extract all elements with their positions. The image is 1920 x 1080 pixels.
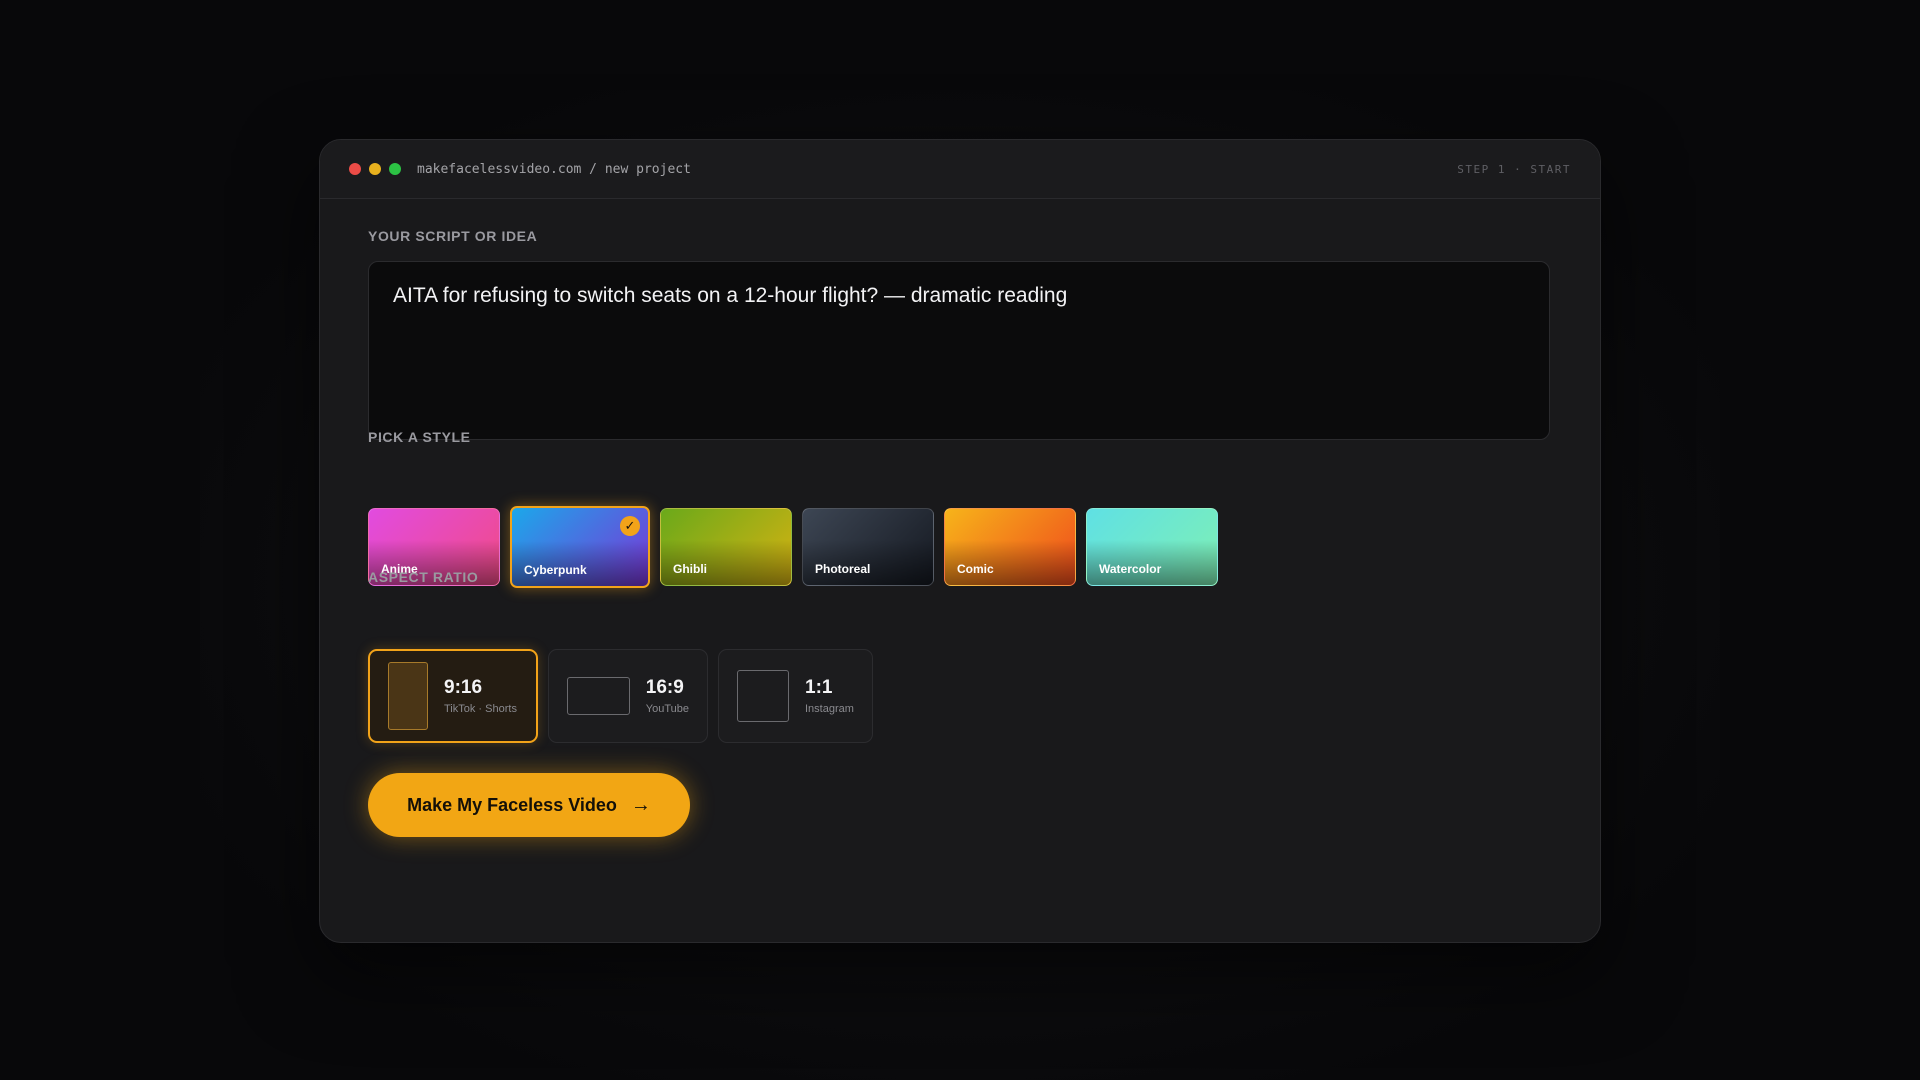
aspect-ratio-name: 9:16 bbox=[444, 677, 483, 698]
aspect-ratio-option-16-9[interactable]: 16:9 YouTube bbox=[548, 649, 708, 743]
aspect-ratio-label: ASPECT RATIO bbox=[368, 569, 479, 585]
landscape-frame-icon bbox=[567, 677, 630, 715]
style-label: PICK A STYLE bbox=[368, 429, 471, 445]
square-frame-icon bbox=[737, 670, 789, 722]
minimize-window-dot[interactable] bbox=[369, 163, 381, 175]
style-picker: Anime Cyberpunk ✓ Ghibli Photoreal Comic Water… bbox=[368, 506, 1218, 588]
style-card-photoreal[interactable]: Photoreal bbox=[802, 508, 934, 586]
aspect-ratio-platform: YouTube bbox=[645, 703, 689, 715]
script-label: YOUR SCRIPT OR IDEA bbox=[368, 228, 538, 244]
aspect-ratio-name: 16:9 bbox=[645, 677, 684, 698]
arrow-right-icon: → bbox=[630, 793, 651, 816]
style-card-label: Comic bbox=[957, 562, 994, 576]
title-bar: makefacelessvideo.com / new project STEP… bbox=[320, 140, 1600, 199]
style-card-ghibli[interactable]: Ghibli bbox=[660, 508, 792, 586]
aspect-ratio-platform: Instagram bbox=[805, 703, 854, 715]
aspect-ratio-option-1-1[interactable]: 1:1 Instagram bbox=[718, 649, 873, 743]
make-video-button-label: Make My Faceless Video bbox=[407, 794, 617, 815]
app-window: makefacelessvideo.com / new project STEP… bbox=[319, 139, 1601, 943]
style-card-label: Watercolor bbox=[1099, 562, 1162, 576]
checkmark-icon: ✓ bbox=[620, 516, 640, 536]
aspect-ratio-text: 1:1 Instagram bbox=[805, 677, 854, 715]
style-card-watercolor[interactable]: Watercolor bbox=[1086, 508, 1218, 586]
aspect-ratio-name: 1:1 bbox=[805, 677, 833, 698]
portrait-frame-icon bbox=[388, 662, 428, 730]
aspect-ratio-text: 9:16 TikTok · Shorts bbox=[444, 677, 517, 715]
style-card-label: Photoreal bbox=[815, 562, 871, 576]
step-indicator: STEP 1 · START bbox=[1457, 163, 1571, 176]
style-card-label: Ghibli bbox=[673, 562, 707, 576]
make-video-button[interactable]: Make My Faceless Video → bbox=[368, 773, 690, 837]
address-url: makefacelessvideo.com / new project bbox=[417, 161, 691, 177]
aspect-ratio-option-9-16[interactable]: 9:16 TikTok · Shorts bbox=[368, 649, 538, 743]
style-card-cyberpunk[interactable]: Cyberpunk ✓ bbox=[510, 506, 650, 588]
style-card-comic[interactable]: Comic bbox=[944, 508, 1076, 586]
script-textarea[interactable]: AITA for refusing to switch seats on a 1… bbox=[368, 261, 1550, 440]
style-card-label: Cyberpunk bbox=[524, 563, 587, 577]
aspect-ratio-platform: TikTok · Shorts bbox=[444, 703, 517, 715]
aspect-ratio-text: 16:9 YouTube bbox=[646, 677, 689, 715]
close-window-dot[interactable] bbox=[349, 163, 361, 175]
maximize-window-dot[interactable] bbox=[389, 163, 401, 175]
aspect-ratio-picker: 9:16 TikTok · Shorts 16:9 YouTube 1:1 Instagr… bbox=[368, 649, 873, 743]
